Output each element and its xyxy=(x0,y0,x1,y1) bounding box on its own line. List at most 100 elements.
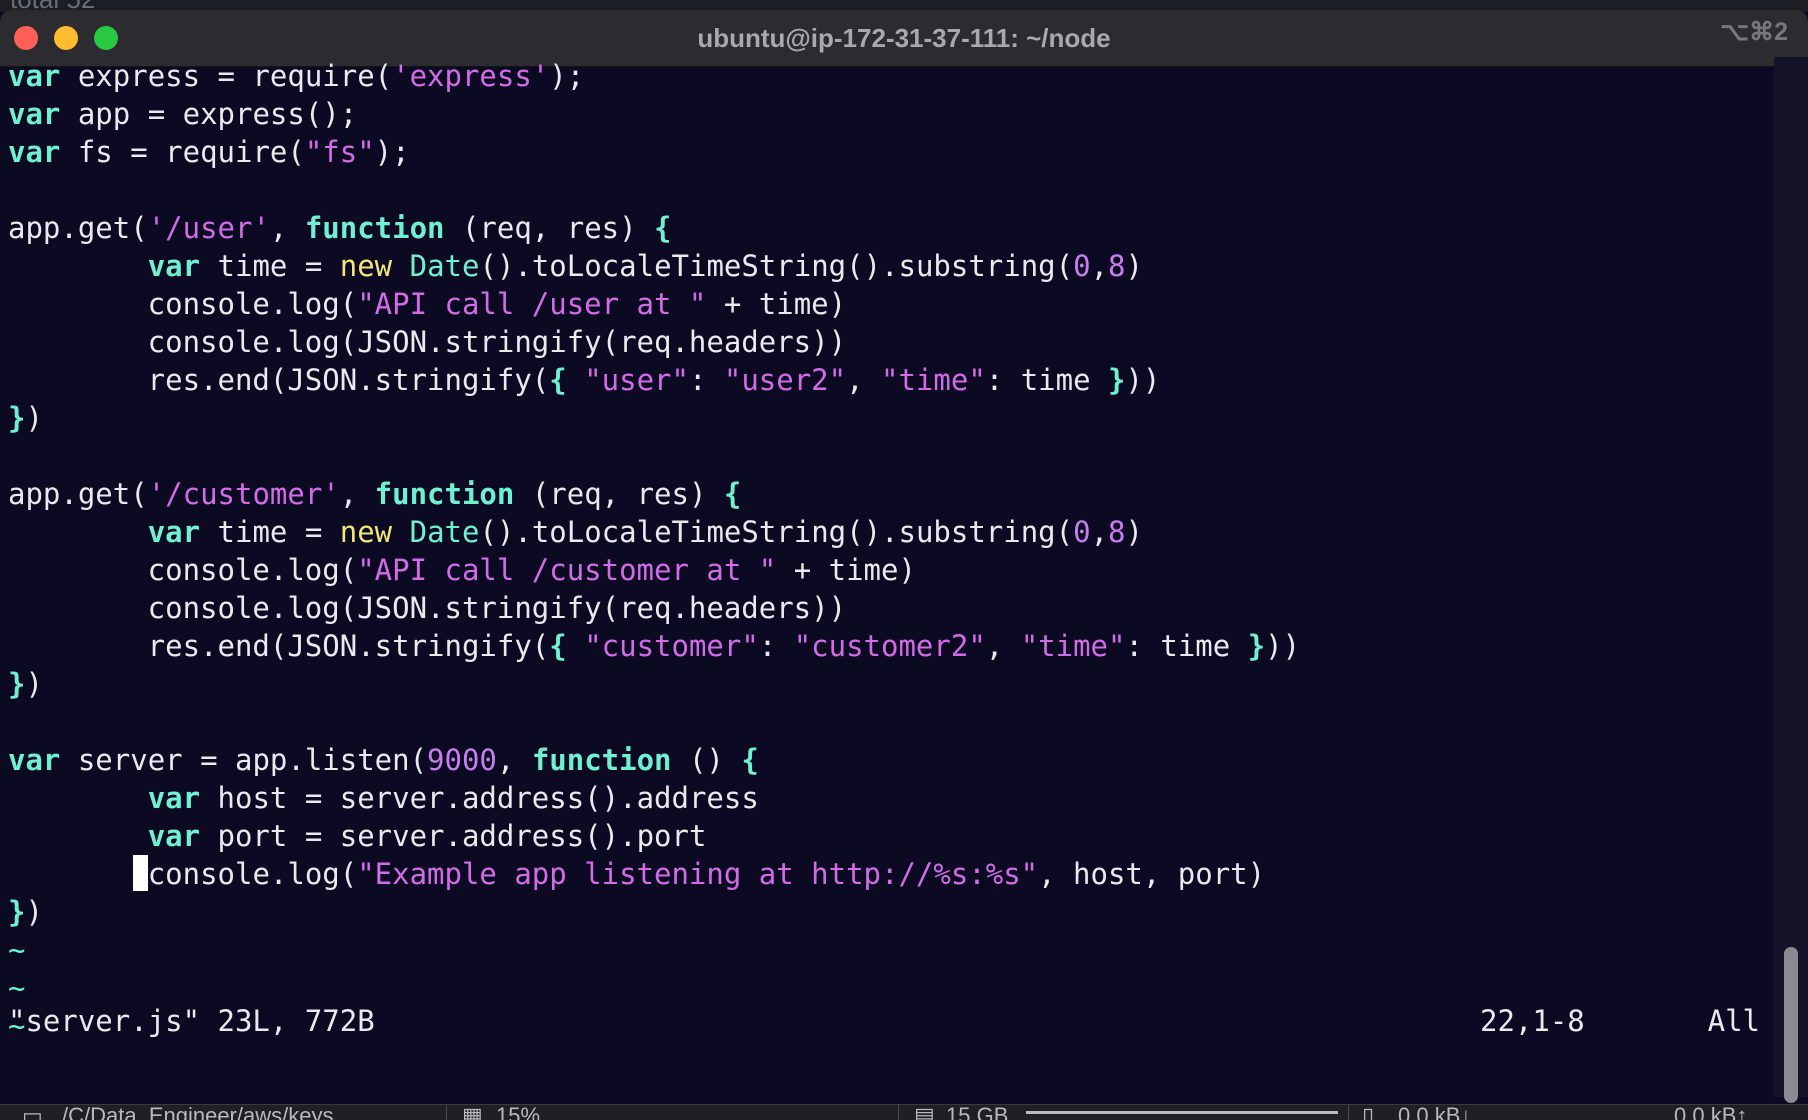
scroll-indicator: All xyxy=(1707,1004,1760,1038)
brace-token: { xyxy=(723,477,742,511)
network-down: 0.0 kB↓ xyxy=(1398,1104,1472,1120)
code-text: ().toLocaleTimeString().substring( xyxy=(479,515,1074,549)
number-token: 0 xyxy=(1073,515,1091,549)
brace-token: { xyxy=(549,629,567,663)
code-line[interactable]: var server = app.listen(9000, function (… xyxy=(8,741,1768,779)
code-text: ) xyxy=(25,895,43,929)
code-text: host = server.address().address xyxy=(200,781,759,815)
code-text: () xyxy=(671,743,742,777)
code-text: app.get( xyxy=(8,477,148,511)
code-line[interactable]: }) xyxy=(8,893,1768,931)
code-text: , xyxy=(846,363,882,397)
divider xyxy=(1348,1105,1349,1120)
code-text: ); xyxy=(549,59,585,93)
string-token: "customer2" xyxy=(793,629,986,663)
code-line[interactable]: console.log(JSON.stringify(req.headers)) xyxy=(8,323,1768,361)
code-line[interactable]: var port = server.address().port xyxy=(8,817,1768,855)
code-line[interactable]: }) xyxy=(8,399,1768,437)
code-text: + time) xyxy=(706,287,847,321)
text-cursor xyxy=(132,855,148,891)
code-line[interactable] xyxy=(8,171,1768,209)
code-text: ().toLocaleTimeString().substring( xyxy=(479,249,1074,283)
code-line[interactable]: }) xyxy=(8,665,1768,703)
code-line[interactable]: ~ xyxy=(8,931,1768,969)
string-token: "Example app listening at http://%s:%s" xyxy=(357,857,1039,891)
string-token: "fs" xyxy=(304,135,375,169)
code-text: )) xyxy=(1125,363,1161,397)
brace-token: { xyxy=(549,363,567,397)
brace-token: } xyxy=(8,401,26,435)
code-text: console.log(JSON.stringify(req.headers)) xyxy=(8,591,847,625)
code-text: console.log( xyxy=(8,553,358,587)
code-line[interactable]: var fs = require("fs"); xyxy=(8,133,1768,171)
code-line[interactable]: var app = express(); xyxy=(8,95,1768,133)
cpu-usage: 15% xyxy=(496,1104,541,1120)
string-token: "time" xyxy=(1020,629,1126,663)
keyword-token: var xyxy=(8,59,61,93)
current-path: /C/Data_Engineer/aws/keys xyxy=(62,1104,334,1120)
keyword-token: function xyxy=(374,477,515,511)
scrollbar-thumb[interactable] xyxy=(1784,947,1798,1103)
code-text: fs = require( xyxy=(60,135,305,169)
class-token: Date xyxy=(409,249,480,283)
code-text: + time) xyxy=(776,553,916,587)
brace-token: } xyxy=(8,667,26,701)
code-line[interactable]: var express = require('express'); xyxy=(8,57,1768,95)
keyword-token: function xyxy=(531,743,672,777)
code-text: , xyxy=(269,211,305,245)
brace-token: { xyxy=(741,743,759,777)
code-text: ) xyxy=(1125,515,1143,549)
code-text: server = app.listen( xyxy=(60,743,428,777)
code-text: )) xyxy=(1265,629,1301,663)
keyword-token: function xyxy=(304,211,445,245)
number-token: 9000 xyxy=(427,743,497,777)
code-line[interactable]: res.end(JSON.stringify({ "user": "user2"… xyxy=(8,361,1768,399)
code-line[interactable]: var time = new Date().toLocaleTimeString… xyxy=(8,247,1768,285)
divider xyxy=(898,1105,899,1120)
code-line[interactable]: var host = server.address().address xyxy=(8,779,1768,817)
code-line[interactable]: res.end(JSON.stringify({ "customer": "cu… xyxy=(8,627,1768,665)
code-line[interactable]: app.get('/customer', function (req, res)… xyxy=(8,475,1768,513)
memory-bar xyxy=(1026,1111,1338,1114)
string-token: "time" xyxy=(881,363,986,397)
scrollbar[interactable] xyxy=(1774,57,1808,1103)
string-token: "user" xyxy=(584,363,689,397)
network-up: 0.0 kB↑ xyxy=(1674,1104,1748,1120)
code-line[interactable] xyxy=(8,437,1768,475)
string-token: "API call /customer at " xyxy=(357,553,777,587)
code-text: , xyxy=(339,477,375,511)
status-bar: ▭ /C/Data_Engineer/aws/keys ▦ 15% ▤ 15 G… xyxy=(0,1104,1808,1120)
code-line[interactable]: var time = new Date().toLocaleTimeString… xyxy=(8,513,1768,551)
string-token: '/customer' xyxy=(147,477,340,511)
string-token: '/user' xyxy=(147,211,270,245)
code-text: (req, res) xyxy=(514,477,724,511)
folder-icon: ▭ xyxy=(22,1104,43,1120)
code-line[interactable]: console.log("Example app listening at ht… xyxy=(8,855,1768,893)
code-text: time = xyxy=(200,249,340,283)
code-line[interactable]: console.log(JSON.stringify(req.headers)) xyxy=(8,589,1768,627)
code-text: , host, port) xyxy=(1038,857,1266,891)
code-text: : xyxy=(688,363,724,397)
code-text: res.end(JSON.stringify( xyxy=(8,363,550,397)
code-line[interactable]: app.get('/user', function (req, res) { xyxy=(8,209,1768,247)
code-text: time = xyxy=(200,515,340,549)
memory-usage: 15 GB xyxy=(946,1104,1009,1120)
code-line[interactable]: console.log("API call /user at " + time) xyxy=(8,285,1768,323)
keyword-token: var xyxy=(8,135,61,169)
code-line[interactable] xyxy=(8,703,1768,741)
code-text: ) xyxy=(25,667,43,701)
code-line[interactable]: console.log("API call /customer at " + t… xyxy=(8,551,1768,589)
vim-editor-buffer[interactable]: var express = require('express'); var app… xyxy=(8,57,1768,1045)
code-text: : xyxy=(758,629,794,663)
new-keyword-token: new xyxy=(339,515,393,549)
code-text: console.log(JSON.stringify(req.headers)) xyxy=(8,325,847,359)
code-text: (req, res) xyxy=(444,211,655,245)
string-token: 'express' xyxy=(392,59,550,93)
file-info: "server.js" 23L, 772B xyxy=(8,1004,375,1038)
